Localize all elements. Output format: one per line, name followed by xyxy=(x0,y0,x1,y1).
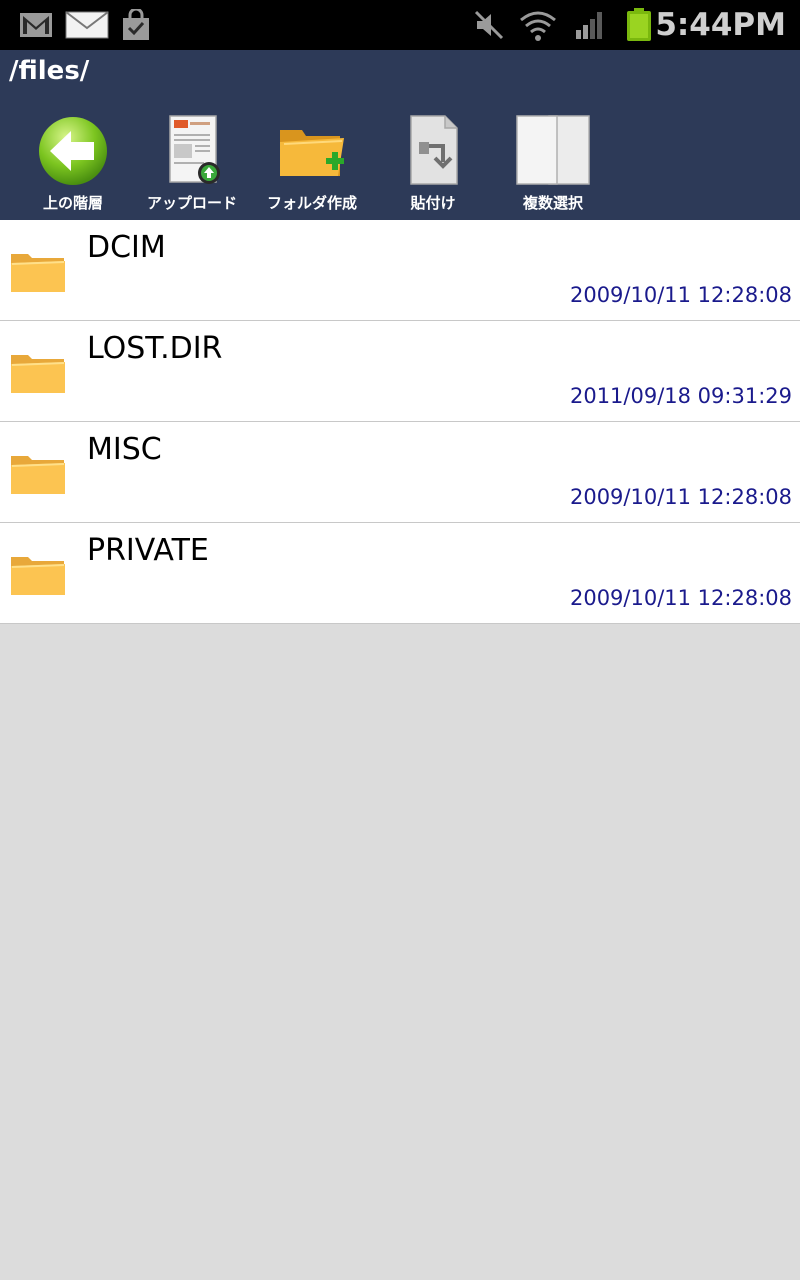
folder-icon xyxy=(11,557,65,595)
multi-select-button[interactable]: 複数選択 xyxy=(493,112,613,218)
file-name: DCIM xyxy=(87,230,166,265)
clock: 5:44PM xyxy=(655,7,786,43)
file-name: LOST.DIR xyxy=(87,331,223,366)
multi-select-label: 複数選択 xyxy=(522,194,583,212)
file-row-private[interactable]: PRIVATE 2009/10/11 12:28:08 xyxy=(0,523,800,624)
new-folder-label: フォルダ作成 xyxy=(266,194,357,212)
up-directory-button[interactable]: 上の階層 xyxy=(13,112,133,218)
market-update-icon xyxy=(120,0,152,50)
file-date: 2009/10/11 12:28:08 xyxy=(569,586,792,610)
file-name: PRIVATE xyxy=(87,533,209,568)
mute-icon xyxy=(472,0,506,50)
file-name: MISC xyxy=(87,432,162,467)
file-row-dcim[interactable]: DCIM 2009/10/11 12:28:08 xyxy=(0,220,800,321)
email-icon xyxy=(64,0,110,50)
upload-document-icon xyxy=(169,115,220,184)
signal-icon xyxy=(574,0,606,50)
file-list: DCIM 2009/10/11 12:28:08 LOST.DIR 2011/0… xyxy=(0,220,800,624)
wifi-icon xyxy=(518,0,558,50)
app-root: 5:44PM /files/ 上の階層 アップロード フォルダ作成 貼付け 複数… xyxy=(0,0,800,1280)
header-toolbar: /files/ 上の階層 アップロード フォルダ作成 貼付け 複数選択 xyxy=(0,50,800,220)
folder-icon xyxy=(11,355,65,393)
paste-label: 貼付け xyxy=(410,194,456,212)
new-folder-icon xyxy=(280,130,344,176)
paste-icon xyxy=(410,115,458,185)
back-arrow-icon xyxy=(39,117,107,185)
multi-select-icon xyxy=(516,115,590,185)
file-date: 2009/10/11 12:28:08 xyxy=(569,283,792,307)
paste-button[interactable]: 貼付け xyxy=(373,112,493,218)
folder-icon xyxy=(11,456,65,494)
current-path: /files/ xyxy=(9,56,90,86)
folder-icon xyxy=(11,254,65,292)
battery-icon xyxy=(624,0,654,50)
file-date: 2009/10/11 12:28:08 xyxy=(569,485,792,509)
file-row-misc[interactable]: MISC 2009/10/11 12:28:08 xyxy=(0,422,800,523)
file-date: 2011/09/18 09:31:29 xyxy=(569,384,792,408)
file-row-lost-dir[interactable]: LOST.DIR 2011/09/18 09:31:29 xyxy=(0,321,800,422)
up-directory-label: 上の階層 xyxy=(42,194,103,212)
upload-label: アップロード xyxy=(146,194,237,212)
new-folder-button[interactable]: フォルダ作成 xyxy=(252,112,372,218)
status-bar: 5:44PM xyxy=(0,0,800,50)
upload-button[interactable]: アップロード xyxy=(132,112,252,218)
gmail-icon xyxy=(18,0,54,50)
